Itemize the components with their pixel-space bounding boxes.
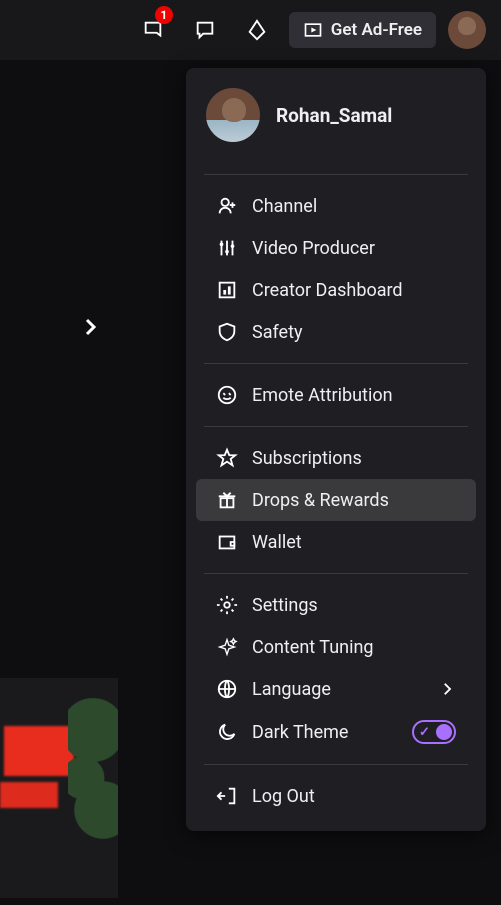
menu-item-dark-theme[interactable]: Dark Theme ✓ [196,710,476,754]
user-menu-header[interactable]: Rohan_Samal [186,82,486,164]
bits-icon [246,19,268,41]
carousel-next-button[interactable] [78,315,102,343]
toggle-knob [436,724,452,740]
menu-item-label: Emote Attribution [252,385,456,406]
stream-thumbnail[interactable] [0,678,118,898]
gift-icon [216,489,238,511]
dashboard-icon [216,279,238,301]
menu-item-label: Log Out [252,786,456,807]
menu-item-video-producer[interactable]: Video Producer [196,227,476,269]
inbox-button[interactable]: 1 [133,10,173,50]
whispers-button[interactable] [185,10,225,50]
logout-icon [216,785,238,807]
user-icon [216,195,238,217]
menu-item-subscriptions[interactable]: Subscriptions [196,437,476,479]
menu-item-settings[interactable]: Settings [196,584,476,626]
menu-item-label: Creator Dashboard [252,280,456,301]
gear-icon [216,594,238,616]
menu-item-content-tuning[interactable]: Content Tuning [196,626,476,668]
globe-icon [216,678,238,700]
shield-icon [216,321,238,343]
menu-item-emote-attribution[interactable]: Emote Attribution [196,374,476,416]
menu-divider [204,174,468,175]
chevron-right-icon [78,315,102,339]
sparkle-icon [216,636,238,658]
menu-item-label: Video Producer [252,238,456,259]
menu-item-label: Subscriptions [252,448,456,469]
menu-item-language[interactable]: Language [196,668,476,710]
menu-item-label: Safety [252,322,456,343]
menu-item-label: Language [252,679,424,700]
menu-divider [204,764,468,765]
chevron-right-icon [438,680,456,698]
menu-item-channel[interactable]: Channel [196,185,476,227]
user-avatar [206,88,260,142]
username-label: Rohan_Samal [276,104,392,127]
sliders-icon [216,237,238,259]
menu-item-drops-rewards[interactable]: Drops & Rewards [196,479,476,521]
menu-divider [204,573,468,574]
star-icon [216,447,238,469]
notification-badge: 1 [155,6,173,24]
menu-item-creator-dashboard[interactable]: Creator Dashboard [196,269,476,311]
menu-item-label: Content Tuning [252,637,456,658]
get-ad-free-label: Get Ad-Free [331,20,422,40]
menu-item-label: Settings [252,595,456,616]
check-icon: ✓ [419,725,430,740]
chat-icon [194,19,216,41]
menu-item-label: Dark Theme [252,722,398,743]
menu-divider [204,426,468,427]
user-menu-dropdown: Rohan_Samal Channel Video Producer Creat… [186,68,486,831]
menu-item-label: Wallet [252,532,456,553]
moon-icon [216,721,238,743]
menu-divider [204,363,468,364]
dark-theme-toggle[interactable]: ✓ [412,720,456,744]
top-bar: 1 Get Ad-Free [0,0,501,60]
get-ad-free-button[interactable]: Get Ad-Free [289,12,436,48]
bits-button[interactable] [237,10,277,50]
menu-item-wallet[interactable]: Wallet [196,521,476,563]
menu-item-label: Drops & Rewards [252,490,456,511]
user-avatar-button[interactable] [448,11,486,49]
menu-item-label: Channel [252,196,456,217]
emote-icon [216,384,238,406]
wallet-icon [216,531,238,553]
menu-item-logout[interactable]: Log Out [196,775,476,817]
ad-free-icon [303,20,323,40]
menu-item-safety[interactable]: Safety [196,311,476,353]
